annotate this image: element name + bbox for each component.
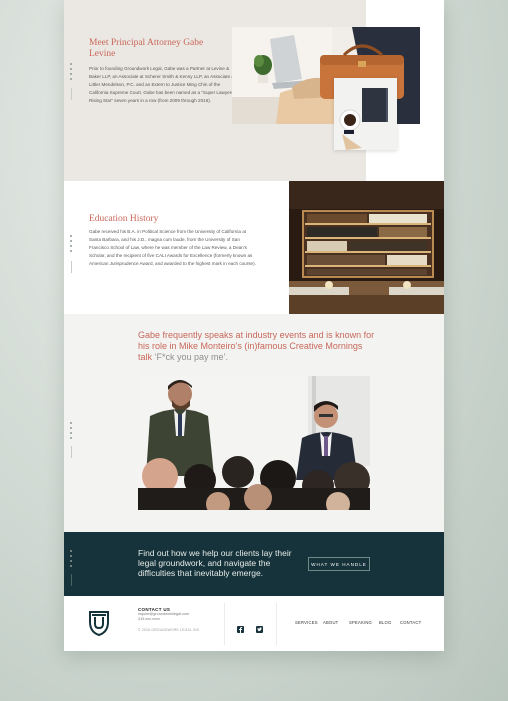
bookshelf-photo <box>289 181 444 314</box>
section-line <box>71 446 72 458</box>
nav-contact[interactable]: CONTACT <box>400 620 421 625</box>
section-line <box>71 261 72 273</box>
education-title: Education History <box>89 214 159 224</box>
section-line <box>71 88 72 100</box>
page: Meet Principal Attorney Gabe Levine Prio… <box>64 0 444 651</box>
nav-speaking[interactable]: SPEAKING <box>349 620 372 625</box>
section-dots <box>70 422 74 442</box>
nav-about[interactable]: ABOUT <box>323 620 338 625</box>
section-line <box>71 574 72 586</box>
contact-block: CONTACT US inquire@groundworklegal.com 4… <box>138 607 218 632</box>
what-we-handle-button[interactable]: WHAT WE HANDLE <box>308 557 370 571</box>
attorney-section: Meet Principal Attorney Gabe Levine Prio… <box>64 0 444 181</box>
section-dots <box>70 63 74 83</box>
footer-divider <box>224 603 225 645</box>
speaking-section: Gabe frequently speaks at industry event… <box>64 314 444 532</box>
section-dots <box>70 550 74 570</box>
twitter-icon[interactable] <box>256 620 263 633</box>
groundwork-logo-icon[interactable] <box>88 610 110 637</box>
footer-divider <box>276 603 277 645</box>
speaking-quote: Gabe frequently speaks at industry event… <box>138 330 378 363</box>
nav-services[interactable]: SERVICES <box>295 620 318 625</box>
attorney-title: Meet Principal Attorney Gabe Levine <box>89 38 204 59</box>
facebook-icon[interactable] <box>237 620 244 633</box>
education-text: Gabe received his B.A. in Political Scie… <box>89 229 256 266</box>
cta-section: Find out how we help our clients lay the… <box>64 532 444 596</box>
copyright: © 2016 GROUNDWORK LEGAL INC. <box>138 628 201 632</box>
footer: CONTACT US inquire@groundworklegal.com 4… <box>64 596 444 651</box>
education-section: Education History Gabe received his B.A.… <box>64 181 444 314</box>
attorney-bio: Prior to founding Groundwork Legal, Gabe… <box>89 66 236 103</box>
conference-photo <box>138 376 370 510</box>
contact-phone[interactable]: 415.xxx.xxxx <box>138 617 218 622</box>
talk-link[interactable]: ‘F*ck you pay me’. <box>155 352 229 362</box>
cta-text: Find out how we help our clients lay the… <box>138 548 292 578</box>
section-dots <box>70 235 74 255</box>
notebook-photo <box>334 78 397 150</box>
nav-blog[interactable]: BLOG <box>379 620 391 625</box>
